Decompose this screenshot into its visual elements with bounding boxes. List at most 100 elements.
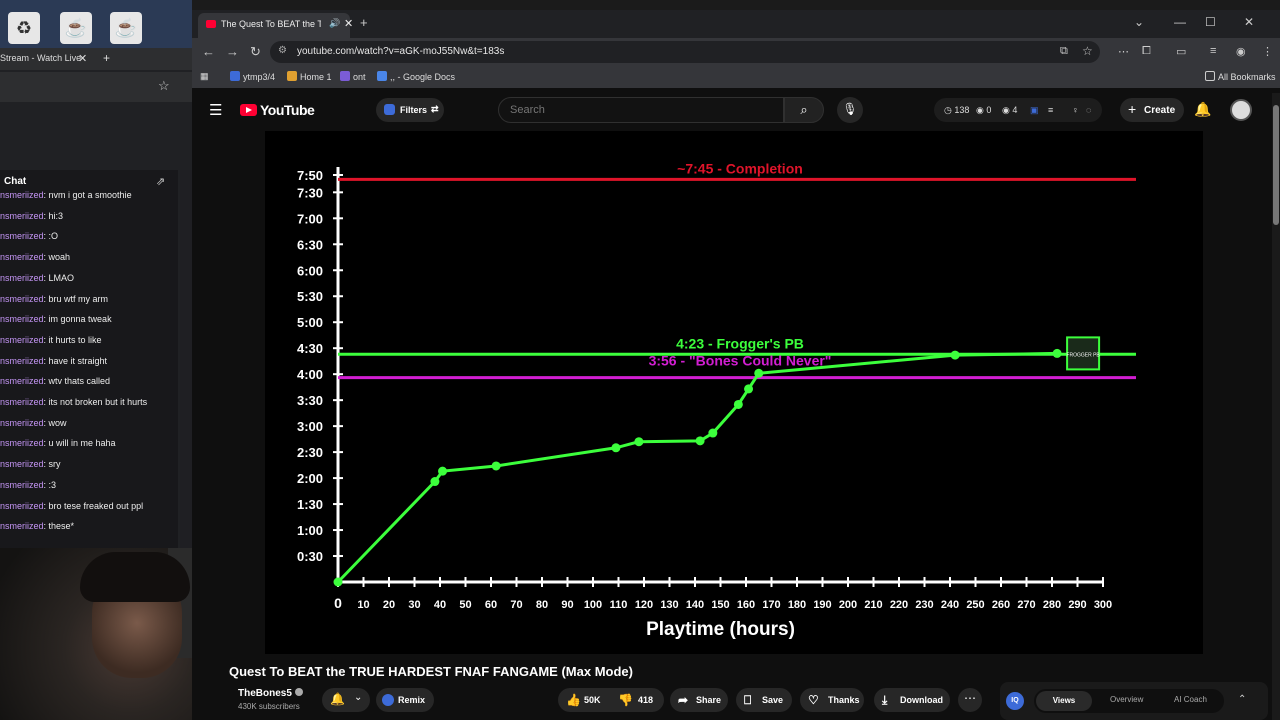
tab-ai-coach[interactable]: AI Coach [1174, 695, 1207, 704]
search-button[interactable]: ⌕ [784, 97, 824, 123]
list-icon[interactable]: ≡ [1048, 105, 1053, 115]
chevron-up-icon[interactable]: ⌃ [1238, 694, 1246, 705]
remix-button[interactable]: Remix [376, 688, 434, 712]
chat-username[interactable]: nsmeriized [0, 438, 44, 448]
site-info-icon[interactable]: ⚙ [278, 45, 287, 56]
new-tab-icon[interactable]: + [103, 51, 110, 65]
chat-username[interactable]: nsmeriized [0, 314, 44, 324]
tab-views[interactable]: Views [1036, 691, 1092, 711]
reload-icon[interactable]: ↻ [250, 44, 261, 60]
bookmark-label: ytmp3/4 [243, 72, 276, 82]
apps-icon[interactable]: ▦ [200, 71, 209, 82]
install-icon[interactable]: ⧉ [1060, 45, 1068, 58]
forward-icon[interactable]: → [226, 44, 239, 59]
chat-username[interactable]: nsmeriized [0, 252, 44, 262]
address-bar[interactable]: ⚙ youtube.com/watch?v=aGK-moJ55Nw&t=183s… [270, 41, 1100, 63]
x-tick-label: 0 [334, 595, 342, 611]
avatar[interactable] [1230, 99, 1252, 121]
maximize-icon[interactable]: ☐ [1205, 15, 1216, 29]
close-window-icon[interactable]: ✕ [1244, 15, 1254, 29]
trophy-icon[interactable]: ♀ [1072, 105, 1079, 115]
thanks-button[interactable]: ♡ Thanks [800, 688, 864, 712]
thumbs-down-icon[interactable]: 👎 [618, 693, 633, 707]
java-icon-2[interactable]: ☕ [110, 12, 142, 44]
bookmark-2[interactable]: Home 1 [287, 71, 332, 82]
profile-icon[interactable]: ◉ [1236, 45, 1246, 58]
bookmark-3[interactable]: ont [340, 71, 366, 82]
create-button[interactable]: + Create [1120, 98, 1184, 122]
filters-button[interactable]: Filters ⇄ [376, 98, 444, 122]
chat-username[interactable]: nsmeriized [0, 501, 44, 511]
more-options-button[interactable]: ⋯ [958, 688, 982, 712]
chat-username[interactable]: nsmeriized [0, 397, 44, 407]
chat-username[interactable]: nsmeriized [0, 335, 44, 345]
share-button[interactable]: ➦ Share [670, 688, 728, 712]
popout-icon[interactable]: ⇗ [156, 175, 165, 188]
media-icon[interactable]: ≡ [1210, 45, 1216, 57]
x-tick-label: 260 [992, 599, 1010, 611]
star-icon[interactable]: ☆ [158, 78, 170, 94]
dropdown-icon[interactable]: ⌄ [1134, 15, 1144, 29]
audio-icon[interactable]: 🔊 [329, 18, 340, 29]
notification-bell-button[interactable]: 🔔 ⌄ [322, 688, 370, 712]
menu-icon[interactable]: ⋮ [1262, 45, 1273, 58]
iq-logo-icon[interactable]: IQ [1006, 692, 1024, 710]
save-button[interactable]: ⎕ Save [736, 688, 792, 712]
chat-username[interactable]: nsmeriized [0, 294, 44, 304]
extension-icon[interactable]: ⋯ [1118, 45, 1129, 58]
dislike-count[interactable]: 418 [638, 695, 653, 705]
chat-text: these* [48, 521, 75, 532]
chat-username[interactable]: nsmeriized [0, 190, 44, 200]
chat-username[interactable]: nsmeriized [0, 521, 44, 531]
chat-username[interactable]: nsmeriized [0, 356, 44, 366]
tab-overview[interactable]: Overview [1110, 695, 1143, 704]
recycle-bin-icon[interactable]: ♻ [8, 12, 40, 44]
hamburger-menu-icon[interactable]: ☰ [209, 101, 222, 119]
minimize-icon[interactable]: — [1174, 15, 1186, 29]
left-address-bar[interactable]: ☆ [0, 72, 192, 102]
chat-message: nsmeriized: u will in me haha [0, 438, 116, 448]
left-browser-tab[interactable]: Stream - Watch Live ✕ + [0, 48, 192, 70]
tab-youtube[interactable]: The Quest To BEAT the TRUE 🔊 ✕ [198, 13, 353, 38]
remix-label: Remix [398, 695, 426, 705]
close-icon[interactable]: ✕ [78, 52, 87, 65]
all-bookmarks[interactable]: All Bookmarks [1205, 71, 1276, 82]
subscriber-count: 430K subscribers [238, 702, 300, 711]
new-tab-button[interactable]: + [360, 15, 368, 30]
more-icon: ⋯ [964, 691, 976, 705]
download-button[interactable]: ⤓ Download [874, 688, 950, 712]
voice-search-button[interactable]: 🎙 [837, 97, 863, 123]
bookmark-4[interactable]: ,, - Google Docs [377, 71, 455, 82]
extension-stats[interactable]: ◷ 138 ◉ 0 ◉ 4 ▣ ≡ ♀ ◌ [934, 98, 1102, 122]
thanks-label: Thanks [828, 695, 860, 705]
chat-username[interactable]: nsmeriized [0, 376, 44, 386]
chat-username[interactable]: nsmeriized [0, 459, 44, 469]
scroll-thumb[interactable] [1273, 105, 1279, 225]
x-tick-label: 30 [408, 599, 420, 611]
channel-name[interactable]: TheBones5 [238, 688, 303, 699]
frogger-pb-marker-label: FROGGER PB [1066, 352, 1100, 358]
playtime-chart: 0:30 1:00 1:30 2:00 2:30 3:00 3:30 4:00 4:30 5:00… [297, 160, 1136, 640]
puzzle-icon[interactable]: ⧠ [1142, 45, 1151, 58]
java-icon[interactable]: ☕ [60, 12, 92, 44]
search-input[interactable] [499, 98, 779, 122]
bookmark-star-icon[interactable]: ☆ [1082, 44, 1093, 58]
video-player[interactable]: 0:30 1:00 1:30 2:00 2:30 3:00 3:30 4:00 4:30 5:00… [265, 131, 1203, 654]
like-count[interactable]: 50K [584, 695, 601, 705]
bookmark-1[interactable]: ytmp3/4 [230, 71, 275, 82]
chat-message: nsmeriized: wow [0, 418, 67, 428]
close-tab-icon[interactable]: ✕ [344, 17, 353, 30]
back-icon[interactable]: ← [202, 44, 215, 59]
chat-username[interactable]: nsmeriized [0, 480, 44, 490]
iq-icon[interactable]: ▣ [1030, 105, 1039, 116]
chat-icon[interactable]: ◌ [1086, 105, 1091, 115]
chat-username[interactable]: nsmeriized [0, 418, 44, 428]
chat-username[interactable]: nsmeriized [0, 211, 44, 221]
notifications-icon[interactable]: 🔔 [1194, 101, 1211, 118]
scrollbar[interactable] [1272, 93, 1280, 720]
sidebar-icon[interactable]: ▭ [1176, 45, 1186, 58]
thumbs-up-icon[interactable]: 👍 [566, 693, 581, 707]
chat-username[interactable]: nsmeriized [0, 231, 44, 241]
chat-username[interactable]: nsmeriized [0, 273, 44, 283]
youtube-logo[interactable]: YouTube [240, 102, 315, 118]
